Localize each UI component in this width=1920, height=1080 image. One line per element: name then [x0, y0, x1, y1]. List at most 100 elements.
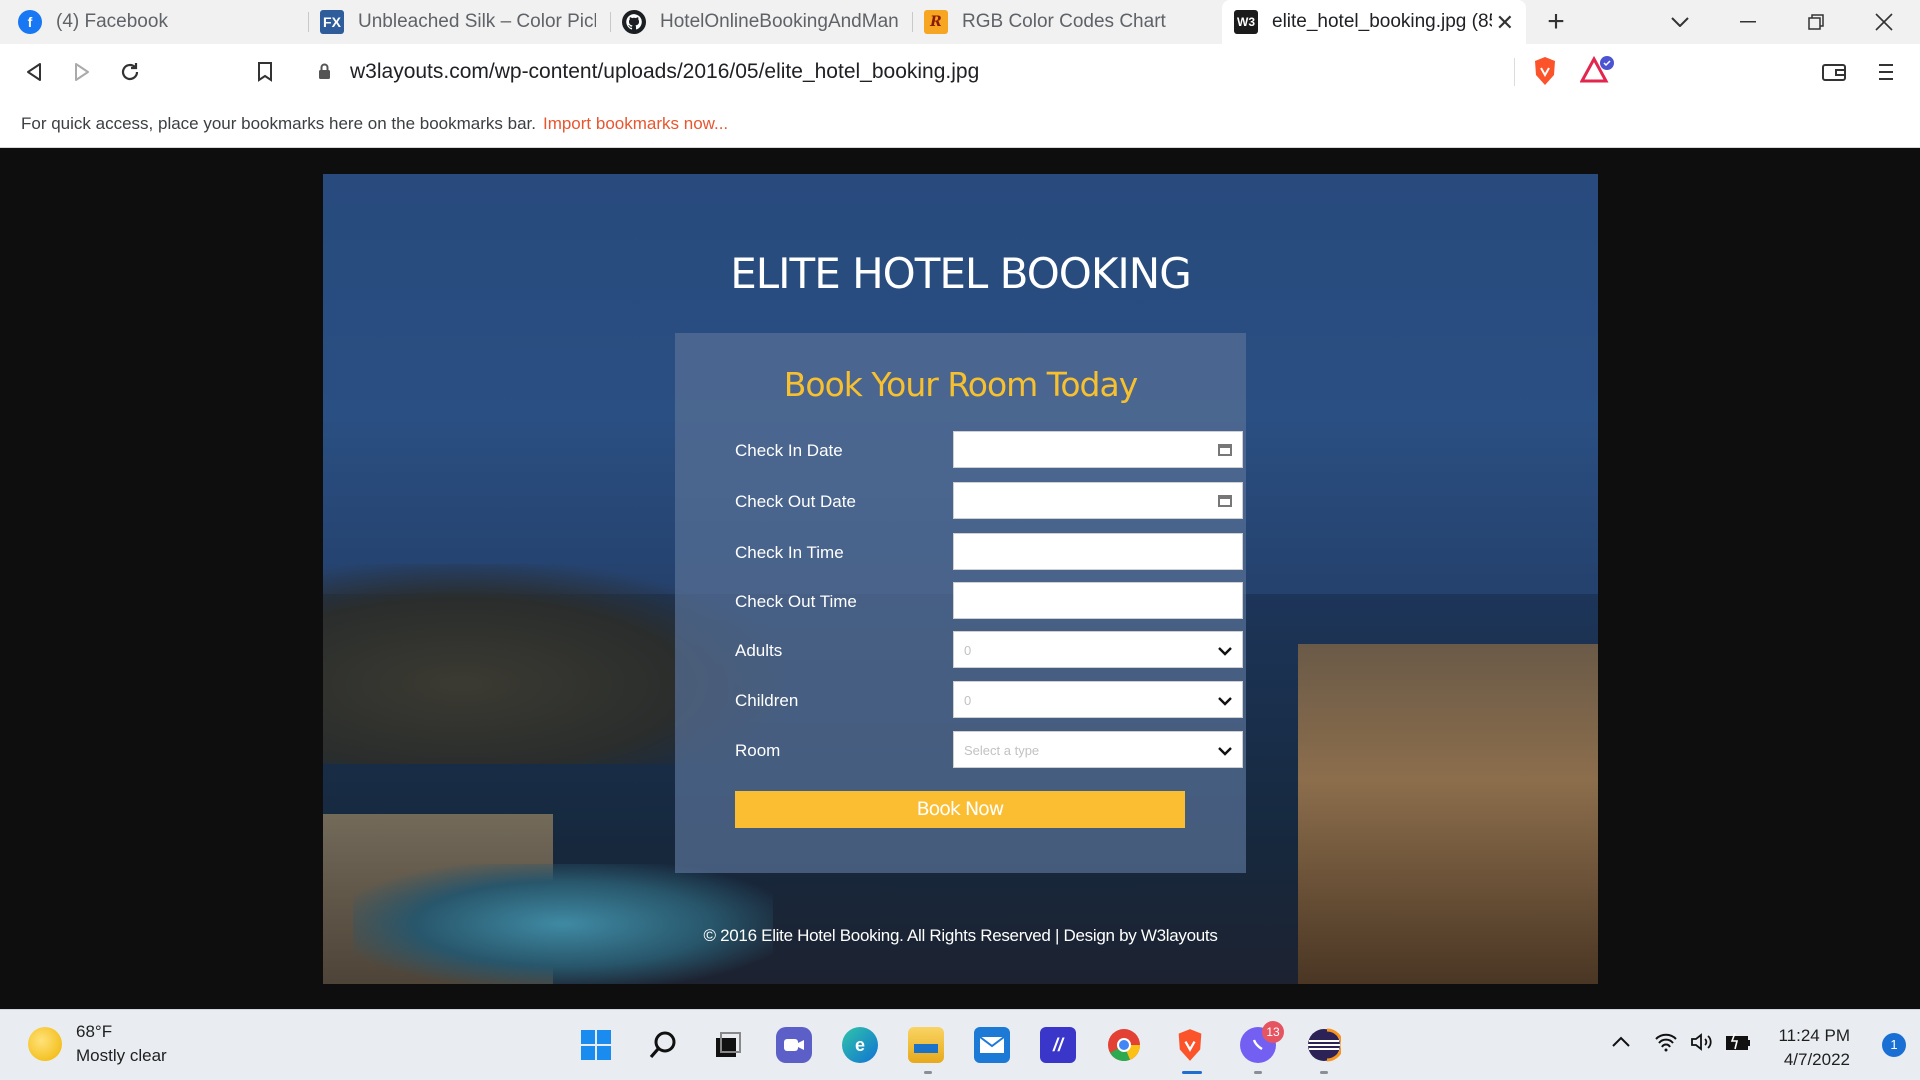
- page-viewport: ELITE HOTEL BOOKING Book Your Room Today…: [0, 149, 1920, 1009]
- hotel-booking-image: ELITE HOTEL BOOKING Book Your Room Today…: [323, 174, 1598, 984]
- background-pool: [353, 864, 773, 984]
- edge-browser-icon[interactable]: e: [842, 1027, 878, 1063]
- tab-elite-hotel-booking[interactable]: W3 elite_hotel_booking.jpg (85 ✕: [1222, 0, 1526, 44]
- running-indicator: [924, 1071, 932, 1074]
- tab-github[interactable]: HotelOnlineBookingAndManag: [610, 0, 910, 44]
- bookmark-icon[interactable]: [247, 54, 283, 90]
- facebook-icon: f: [18, 10, 42, 34]
- teams-chat-icon[interactable]: [776, 1027, 812, 1063]
- browser-tab-strip: f (4) Facebook FX Unbleached Silk – Colo…: [0, 0, 1920, 44]
- fx-icon: FX: [320, 10, 344, 34]
- running-indicator: [1320, 1071, 1328, 1074]
- notification-count-badge[interactable]: 1: [1882, 1033, 1906, 1057]
- booking-form: Book Your Room Today Check In Date Check…: [675, 333, 1246, 873]
- check-out-time-input[interactable]: [953, 582, 1243, 619]
- check-out-date-input[interactable]: [953, 482, 1243, 519]
- viber-unread-badge: 13: [1262, 1021, 1284, 1043]
- task-view-icon[interactable]: [710, 1027, 746, 1063]
- visual-studio-icon[interactable]: //: [1040, 1027, 1076, 1063]
- import-bookmarks-link[interactable]: Import bookmarks now...: [543, 114, 728, 134]
- address-bar-divider: [1514, 58, 1515, 86]
- new-tab-button[interactable]: +: [1536, 4, 1576, 40]
- tab-color-picker[interactable]: FX Unbleached Silk – Color Picker |: [308, 0, 608, 44]
- clock-date: 4/7/2022: [1783, 1050, 1850, 1069]
- url-text[interactable]: w3layouts.com/wp-content/uploads/2016/05…: [350, 60, 979, 84]
- system-clock[interactable]: 11:24 PM 4/7/2022: [1778, 1024, 1850, 1072]
- check-in-time-input[interactable]: [953, 533, 1243, 570]
- weather-temperature: 68°F: [76, 1022, 113, 1041]
- calendar-icon[interactable]: [1218, 495, 1232, 507]
- tab-rgb-chart[interactable]: R RGB Color Codes Chart: [912, 0, 1212, 44]
- close-window-icon[interactable]: [1864, 4, 1904, 40]
- check-in-time-row: Check In Time: [735, 533, 1243, 571]
- chevron-down-icon: [1218, 740, 1232, 761]
- windows-taskbar: 68°F Mostly clear e // 13 11:24 PM 4/7/2…: [0, 1009, 1920, 1080]
- check-out-date-row: Check Out Date: [735, 482, 1243, 520]
- address-bar[interactable]: w3layouts.com/wp-content/uploads/2016/05…: [300, 52, 1620, 92]
- form-heading: Book Your Room Today: [783, 365, 1138, 404]
- calendar-icon[interactable]: [1218, 444, 1232, 456]
- tab-facebook[interactable]: f (4) Facebook: [6, 0, 306, 44]
- tab-title: Unbleached Silk – Color Picker |: [358, 11, 596, 32]
- tab-search-chevron-icon[interactable]: [1660, 4, 1700, 40]
- room-row: Room Select a type: [735, 731, 1243, 769]
- clock-time: 11:24 PM: [1778, 1026, 1850, 1045]
- tab-title: (4) Facebook: [56, 11, 168, 32]
- moon-weather-icon: [28, 1027, 62, 1061]
- viber-icon[interactable]: 13: [1240, 1021, 1284, 1063]
- children-select[interactable]: 0: [953, 681, 1243, 718]
- restore-window-icon[interactable]: [1796, 4, 1836, 40]
- show-hidden-icons-chevron-icon[interactable]: [1612, 1032, 1630, 1053]
- file-explorer-icon[interactable]: [908, 1027, 944, 1063]
- children-label: Children: [735, 691, 799, 710]
- room-select[interactable]: Select a type: [953, 731, 1243, 768]
- adults-row: Adults 0: [735, 631, 1243, 669]
- check-out-date-label: Check Out Date: [735, 492, 856, 511]
- close-tab-icon[interactable]: ✕: [1496, 10, 1514, 36]
- mail-icon[interactable]: [974, 1027, 1010, 1063]
- brave-rewards-icon[interactable]: [1579, 55, 1616, 91]
- weather-condition: Mostly clear: [76, 1046, 167, 1065]
- battery-charging-icon[interactable]: [1726, 1032, 1752, 1057]
- wallet-icon[interactable]: [1816, 54, 1852, 90]
- check-in-date-row: Check In Date: [735, 431, 1243, 469]
- check-in-date-label: Check In Date: [735, 441, 843, 460]
- check-out-time-row: Check Out Time: [735, 582, 1243, 620]
- page-footer: © 2016 Elite Hotel Booking. All Rights R…: [703, 926, 1218, 945]
- chrome-icon[interactable]: [1106, 1027, 1142, 1063]
- menu-icon[interactable]: [1868, 54, 1904, 90]
- wifi-icon[interactable]: [1654, 1032, 1678, 1057]
- check-in-time-label: Check In Time: [735, 543, 844, 562]
- weather-widget[interactable]: 68°F Mostly clear: [28, 1020, 167, 1068]
- github-icon: [622, 10, 646, 34]
- children-row: Children 0: [735, 681, 1243, 719]
- w3layouts-icon: W3: [1234, 10, 1258, 34]
- active-app-indicator: [1182, 1071, 1202, 1074]
- adults-select[interactable]: 0: [953, 631, 1243, 668]
- chevron-down-icon: [1218, 640, 1232, 661]
- tab-title: elite_hotel_booking.jpg (85: [1272, 11, 1492, 32]
- children-value: 0: [964, 693, 972, 708]
- running-indicator: [1254, 1071, 1262, 1074]
- volume-icon[interactable]: [1690, 1032, 1714, 1057]
- page-title: ELITE HOTEL BOOKING: [730, 249, 1192, 298]
- tab-title: HotelOnlineBookingAndManag: [660, 11, 898, 32]
- reload-icon[interactable]: [112, 54, 148, 90]
- bookmarks-bar-message: For quick access, place your bookmarks h…: [21, 113, 536, 133]
- browser-toolbar: w3layouts.com/wp-content/uploads/2016/05…: [0, 44, 1920, 100]
- back-icon[interactable]: [16, 54, 52, 90]
- search-icon[interactable]: [646, 1027, 682, 1063]
- adults-value: 0: [964, 643, 972, 658]
- eclipse-icon[interactable]: [1306, 1027, 1342, 1063]
- chevron-down-icon: [1218, 690, 1232, 711]
- book-now-button[interactable]: Book Now: [735, 791, 1185, 828]
- windows-start-icon[interactable]: [578, 1027, 614, 1063]
- check-out-time-label: Check Out Time: [735, 592, 857, 611]
- forward-icon[interactable]: [64, 54, 100, 90]
- check-in-date-input[interactable]: [953, 431, 1243, 468]
- minimize-window-icon[interactable]: [1728, 4, 1768, 40]
- brave-shield-icon[interactable]: [1532, 56, 1558, 91]
- tab-title: RGB Color Codes Chart: [962, 11, 1166, 32]
- lock-icon: [318, 63, 331, 85]
- brave-browser-icon[interactable]: [1172, 1027, 1208, 1063]
